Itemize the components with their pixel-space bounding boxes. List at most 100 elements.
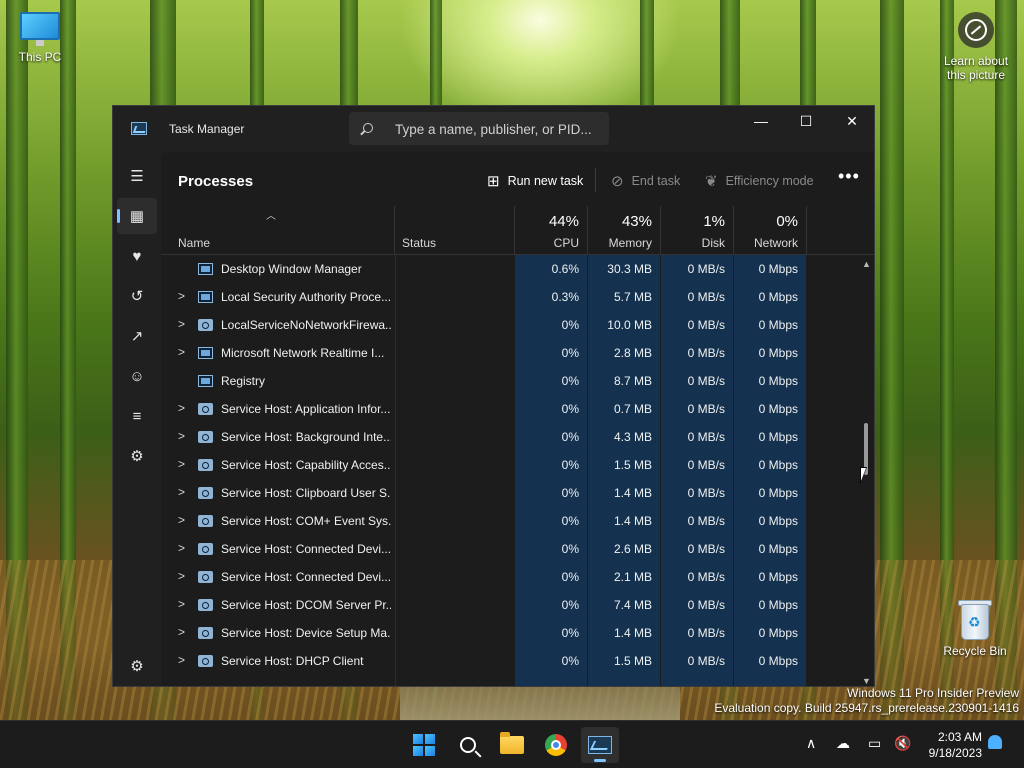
file-explorer-button[interactable] bbox=[493, 727, 531, 763]
desktop-icon-this-pc[interactable]: This PC bbox=[0, 12, 80, 64]
process-row[interactable]: > Microsoft Network Realtime I... 0% 2.8 MB… bbox=[161, 339, 861, 367]
notification-bell-icon[interactable] bbox=[988, 735, 1002, 749]
start-button[interactable] bbox=[405, 727, 443, 763]
nav-details-icon[interactable]: ≡ bbox=[117, 398, 157, 434]
volume-muted-icon[interactable]: 🔇 bbox=[894, 735, 911, 752]
column-header-cpu[interactable]: 44% CPU bbox=[515, 206, 588, 254]
process-name: Service Host: DCOM Server Pr... bbox=[221, 598, 391, 612]
process-cpu: 0.6% bbox=[551, 262, 579, 276]
process-network: 0 Mbps bbox=[758, 542, 798, 556]
process-row[interactable]: > Service Host: Connected Devi... 0% 2.1 MB… bbox=[161, 563, 861, 591]
learn-line-2: this picture bbox=[946, 68, 1006, 82]
maximize-button[interactable]: ☐ bbox=[783, 106, 829, 136]
hamburger-icon[interactable]: ☰ bbox=[117, 158, 157, 194]
process-row[interactable]: > Service Host: Device Setup Ma... 0% 1.4 M… bbox=[161, 619, 861, 647]
scroll-up-icon[interactable]: ▲ bbox=[862, 259, 871, 269]
expand-chevron-icon[interactable]: > bbox=[178, 317, 185, 331]
expand-chevron-icon[interactable]: > bbox=[178, 625, 185, 639]
expand-chevron-icon[interactable]: > bbox=[178, 541, 185, 555]
learn-about-picture[interactable]: Learn about this picture bbox=[936, 12, 1016, 82]
service-host-icon bbox=[198, 515, 213, 527]
run-new-task-label: Run new task bbox=[507, 174, 584, 188]
expand-chevron-icon[interactable]: > bbox=[178, 457, 185, 471]
show-hidden-icons-chevron-icon[interactable]: ∧ bbox=[806, 735, 816, 752]
process-memory: 1.4 MB bbox=[613, 626, 652, 640]
taskbar-search-button[interactable] bbox=[449, 727, 487, 763]
service-host-icon bbox=[198, 655, 213, 667]
memory-total-percent: 43% bbox=[621, 213, 652, 230]
network-icon[interactable]: ▭ bbox=[868, 735, 881, 752]
processes-page: Processes ⊞ Run new task ⊘ End task ❦ Ef… bbox=[161, 152, 874, 686]
expand-chevron-icon[interactable]: > bbox=[178, 345, 185, 359]
process-row[interactable]: > Service Host: Clipboard User S... 0% 1.4 … bbox=[161, 479, 861, 507]
service-host-icon bbox=[198, 459, 213, 471]
search-icon bbox=[460, 737, 476, 753]
expand-chevron-icon[interactable]: > bbox=[178, 485, 185, 499]
end-task-button[interactable]: ⊘ End task bbox=[611, 172, 680, 190]
process-memory: 2.6 MB bbox=[613, 542, 652, 556]
search-input[interactable] bbox=[395, 120, 600, 138]
expand-chevron-icon[interactable]: > bbox=[178, 597, 185, 611]
clock-time: 2:03 AM bbox=[937, 730, 982, 744]
column-header-memory[interactable]: 43% Memory bbox=[588, 206, 661, 254]
process-row[interactable]: > Service Host: Background Inte... 0% 4.3 M… bbox=[161, 423, 861, 451]
close-button[interactable]: ✕ bbox=[829, 106, 874, 136]
process-cpu: 0% bbox=[561, 430, 579, 444]
search-box[interactable] bbox=[349, 112, 609, 145]
process-row[interactable]: Registry 0% 8.7 MB 0 MB/s 0 Mbps bbox=[161, 367, 861, 395]
expand-chevron-icon[interactable]: > bbox=[178, 429, 185, 443]
process-row[interactable]: Desktop Window Manager 0.6% 30.3 MB 0 MB/s 0… bbox=[161, 255, 861, 283]
process-disk: 0 MB/s bbox=[687, 374, 725, 388]
expand-chevron-icon[interactable]: > bbox=[178, 401, 185, 415]
clock[interactable]: 2:03 AM 9/18/2023 bbox=[918, 729, 982, 761]
task-manager-taskbar-button[interactable] bbox=[581, 727, 619, 763]
expand-chevron-icon[interactable]: > bbox=[178, 569, 185, 583]
nav-services-icon[interactable]: ⚙ bbox=[117, 438, 157, 474]
run-new-task-button[interactable]: ⊞ Run new task bbox=[487, 172, 583, 190]
window-title: Task Manager bbox=[169, 122, 245, 136]
nav-processes-icon[interactable]: ▦ bbox=[117, 198, 157, 234]
process-network: 0 Mbps bbox=[758, 654, 798, 668]
process-row[interactable]: > LocalServiceNoNetworkFirewa... 0% 10.0 MB… bbox=[161, 311, 861, 339]
process-cpu: 0% bbox=[561, 542, 579, 556]
process-memory: 2.1 MB bbox=[613, 570, 652, 584]
process-memory: 2.8 MB bbox=[613, 346, 652, 360]
desktop-icon-recycle-bin[interactable]: ♻ Recycle Bin bbox=[935, 598, 1015, 658]
process-row[interactable]: > Service Host: Connected Devi... 0% 2.6 MB… bbox=[161, 535, 861, 563]
process-name: Service Host: Device Setup Ma... bbox=[221, 626, 391, 640]
process-icon bbox=[198, 263, 213, 275]
efficiency-mode-button[interactable]: ❦ Efficiency mode bbox=[705, 172, 814, 190]
expand-chevron-icon[interactable]: > bbox=[178, 513, 185, 527]
process-row[interactable]: > Local Security Authority Proce... 0.3% 5.… bbox=[161, 283, 861, 311]
process-row[interactable]: > Service Host: DCOM Server Pr... 0% 7.4 MB… bbox=[161, 591, 861, 619]
process-row[interactable]: > Service Host: Capability Acces... 0% 1.5 … bbox=[161, 451, 861, 479]
process-network: 0 Mbps bbox=[758, 458, 798, 472]
process-disk: 0 MB/s bbox=[687, 262, 725, 276]
column-header-network[interactable]: 0% Network bbox=[734, 206, 807, 254]
process-row[interactable]: > Service Host: DHCP Client 0% 1.5 MB 0 MB/s… bbox=[161, 647, 861, 675]
chrome-button[interactable] bbox=[537, 727, 575, 763]
toolbar-separator bbox=[595, 168, 596, 192]
column-label-disk: Disk bbox=[701, 236, 725, 250]
process-cpu: 0% bbox=[561, 374, 579, 388]
nav-startup-apps-icon[interactable]: ↗ bbox=[117, 318, 157, 354]
process-row[interactable]: > Service Host: COM+ Event Sys... 0% 1.4 MB… bbox=[161, 507, 861, 535]
more-options-icon[interactable]: ••• bbox=[838, 166, 860, 187]
column-header-status[interactable]: Status bbox=[395, 206, 515, 254]
settings-gear-icon[interactable]: ⚙ bbox=[117, 648, 157, 684]
nav-users-icon[interactable]: ☺ bbox=[117, 358, 157, 394]
process-row[interactable]: > Service Host: Application Infor... 0% 0.7… bbox=[161, 395, 861, 423]
expand-chevron-icon[interactable]: > bbox=[178, 289, 185, 303]
column-header-name[interactable]: ︿ Name bbox=[161, 206, 395, 254]
minimize-button[interactable]: — bbox=[738, 106, 784, 136]
expand-chevron-icon[interactable]: > bbox=[178, 653, 185, 667]
cloud-offline-icon[interactable]: ☁ bbox=[836, 735, 850, 752]
evaluation-watermark: Windows 11 Pro Insider Preview Evaluatio… bbox=[714, 686, 1019, 716]
process-icon bbox=[198, 375, 213, 387]
nav-performance-icon[interactable]: ♥ bbox=[117, 238, 157, 274]
nav-app-history-icon[interactable]: ↺ bbox=[117, 278, 157, 314]
task-manager-icon bbox=[588, 736, 612, 754]
column-header-disk[interactable]: 1% Disk bbox=[661, 206, 734, 254]
title-bar[interactable]: Task Manager — ☐ ✕ bbox=[113, 106, 874, 152]
scroll-down-icon[interactable]: ▼ bbox=[862, 676, 871, 686]
